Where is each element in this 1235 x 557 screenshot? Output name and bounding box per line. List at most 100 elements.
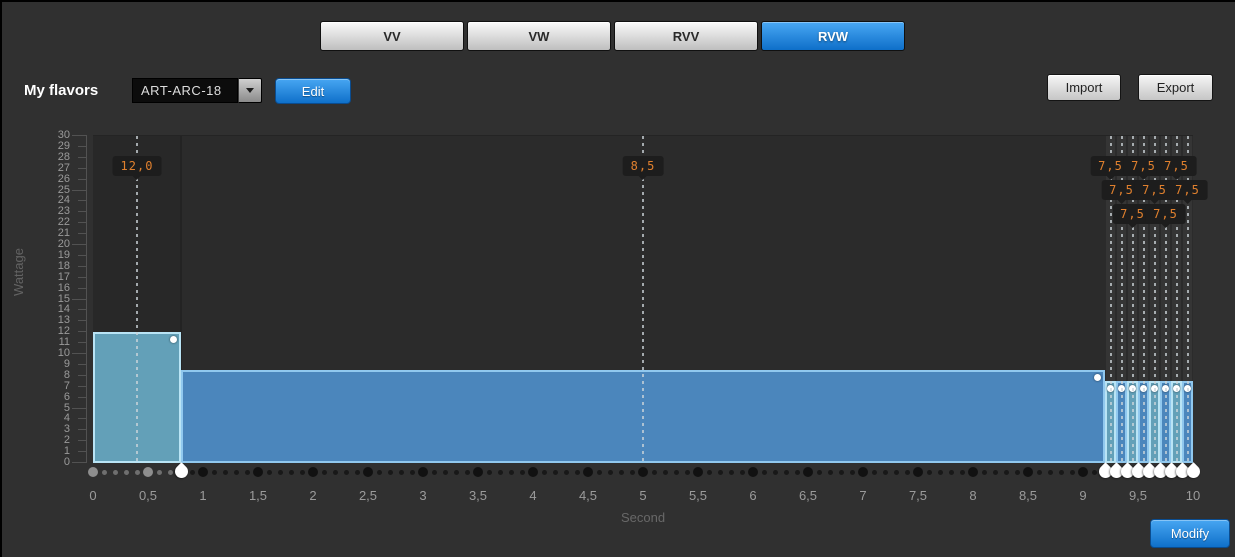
dropdown-arrow-button[interactable] — [238, 78, 262, 103]
tab-rvv[interactable]: RVV — [614, 21, 758, 51]
y-tick-label: 23 — [42, 206, 70, 217]
timeline-dot — [443, 470, 448, 475]
x-tick-label: 4 — [511, 488, 555, 503]
timeline-dot — [88, 467, 98, 477]
y-axis-line — [86, 135, 87, 463]
y-tick — [78, 255, 86, 256]
y-tick-label: 30 — [42, 130, 70, 141]
tab-vw[interactable]: VW — [467, 21, 611, 51]
y-tick-label: 1 — [42, 446, 70, 457]
modify-button[interactable]: Modify — [1150, 519, 1230, 548]
bar-handle-dot[interactable] — [170, 336, 177, 343]
timeline-dot — [1004, 470, 1009, 475]
timeline-dot — [1015, 470, 1020, 475]
timeline-dot — [685, 470, 690, 475]
timeline-dot — [278, 470, 283, 475]
y-tick — [72, 299, 86, 300]
y-tick-label: 6 — [42, 392, 70, 403]
x-tick-label: 5 — [621, 488, 665, 503]
timeline-dot — [817, 470, 822, 475]
timeline-dot — [575, 470, 580, 475]
tab-rvw[interactable]: RVW — [761, 21, 905, 51]
timeline-dot — [418, 467, 428, 477]
timeline-dot — [913, 467, 923, 477]
timeline-dot — [1092, 470, 1097, 475]
y-tick-label: 12 — [42, 326, 70, 337]
timeline-dot — [432, 470, 437, 475]
y-tick-label: 29 — [42, 141, 70, 152]
timeline-dot — [553, 470, 558, 475]
value-tooltip: 12,0 — [113, 156, 162, 176]
timeline-dot — [707, 470, 712, 475]
timeline-dot — [905, 470, 910, 475]
timeline-dot — [520, 470, 525, 475]
y-tick — [78, 364, 86, 365]
timeline-dot — [1070, 470, 1075, 475]
x-tick-label: 9,5 — [1116, 488, 1160, 503]
y-tick — [78, 342, 86, 343]
timeline-dot — [198, 467, 208, 477]
timeline-dot — [718, 470, 723, 475]
y-tick-label: 22 — [42, 217, 70, 228]
x-tick-label: 6,5 — [786, 488, 830, 503]
timeline-dot — [363, 467, 373, 477]
my-flavors-label: My flavors — [24, 82, 98, 99]
x-tick-label: 8,5 — [1006, 488, 1050, 503]
chevron-down-icon — [246, 88, 254, 93]
tab-vv[interactable]: VV — [320, 21, 464, 51]
timeline-dot — [608, 470, 613, 475]
y-tick-label: 9 — [42, 359, 70, 370]
timeline-dot — [245, 470, 250, 475]
y-tick-label: 13 — [42, 315, 70, 326]
x-tick-label: 7 — [841, 488, 885, 503]
x-tick-label: 3 — [401, 488, 445, 503]
timeline-dot — [748, 467, 758, 477]
timeline-dot — [968, 467, 978, 477]
timeline-dot — [638, 467, 648, 477]
timeline-dot — [949, 470, 954, 475]
edit-button[interactable]: Edit — [275, 78, 351, 104]
timeline-dot — [473, 467, 483, 477]
x-tick-label: 9 — [1061, 488, 1105, 503]
import-button[interactable]: Import — [1047, 74, 1121, 101]
timeline-dot — [839, 470, 844, 475]
y-tick — [78, 222, 86, 223]
y-tick — [78, 309, 86, 310]
y-tick-label: 4 — [42, 413, 70, 424]
timeline-dot — [1023, 467, 1033, 477]
timeline-dot — [858, 467, 868, 477]
x-tick-label: 1,5 — [236, 488, 280, 503]
timeline-dot — [1048, 470, 1053, 475]
bar-handle-dot[interactable] — [1094, 374, 1101, 381]
value-tooltip: 7,5 — [1145, 204, 1186, 224]
timeline-dot — [693, 467, 703, 477]
export-button[interactable]: Export — [1138, 74, 1213, 101]
y-tick — [78, 320, 86, 321]
x-tick-label: 0 — [71, 488, 115, 503]
x-tick-label: 4,5 — [566, 488, 610, 503]
y-tick-label: 17 — [42, 272, 70, 283]
timeline-dot — [157, 470, 162, 475]
timeline-dot — [652, 470, 657, 475]
x-tick-label: 3,5 — [456, 488, 500, 503]
x-tick-label: 2 — [291, 488, 335, 503]
segment-marker[interactable] — [1184, 462, 1202, 480]
timeline-dot — [190, 470, 195, 475]
timeline-dot — [1078, 467, 1088, 477]
timeline-dot — [212, 470, 217, 475]
timeline-dot — [960, 470, 965, 475]
y-tick-label: 25 — [42, 185, 70, 196]
timeline-dot — [982, 470, 987, 475]
timeline-dot — [143, 467, 153, 477]
x-tick-label: 8 — [951, 488, 995, 503]
app-root: VVVWRVVRVW My flavors ART-ARC-18 Edit Im… — [0, 0, 1235, 557]
x-tick-label: 0,5 — [126, 488, 170, 503]
segment-marker[interactable] — [172, 462, 190, 480]
timeline-dot — [267, 470, 272, 475]
y-tick-label: 27 — [42, 163, 70, 174]
timeline-dot — [388, 470, 393, 475]
flavor-dropdown[interactable]: ART-ARC-18 — [132, 78, 262, 103]
timeline-dot — [1059, 470, 1064, 475]
tooltip-guide-line — [136, 136, 138, 463]
timeline-dot — [630, 470, 635, 475]
